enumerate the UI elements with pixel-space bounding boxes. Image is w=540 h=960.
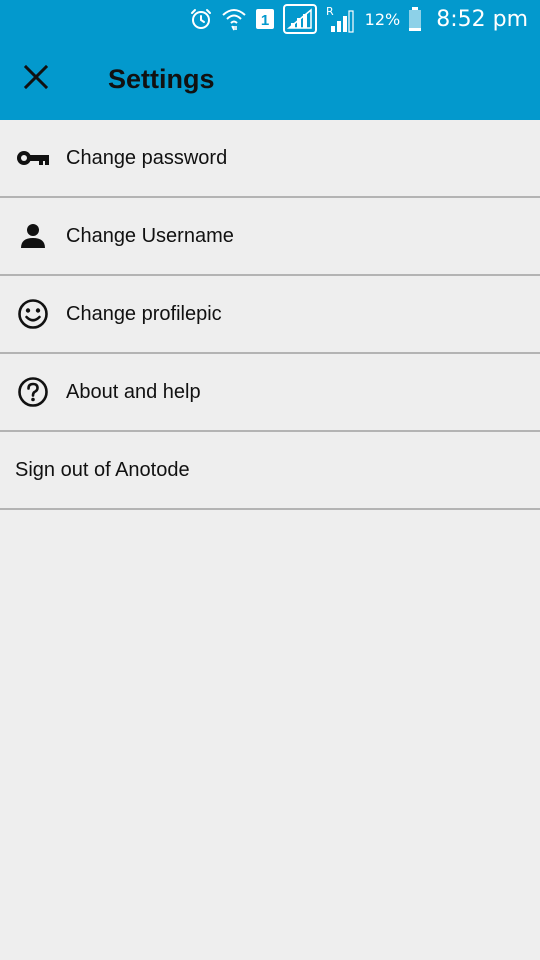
status-bar: 1 R 12% 8:52 pm: [0, 0, 540, 38]
status-icons: 1 R 12% 8:52 pm: [189, 0, 528, 38]
signal-icon: [282, 4, 317, 34]
sim-slot-number: 1: [260, 12, 268, 29]
app-bar: Settings: [0, 38, 540, 120]
menu-item-change-profilepic[interactable]: Change profilepic: [0, 276, 540, 354]
menu-item-label: About and help: [66, 380, 201, 403]
page-title: Settings: [108, 64, 215, 94]
key-icon: [15, 140, 51, 176]
battery-icon: [408, 6, 422, 32]
menu-item-about-help[interactable]: About and help: [0, 354, 540, 432]
wifi-icon: [221, 6, 247, 32]
person-icon: [15, 218, 51, 254]
menu-item-change-password[interactable]: Change password: [0, 120, 540, 198]
settings-menu: Change password Change Username Change p…: [0, 120, 540, 510]
alarm-icon: [189, 7, 213, 31]
menu-item-label: Change Username: [66, 224, 234, 247]
roaming-indicator: R: [326, 5, 334, 18]
help-circle-icon: [15, 374, 51, 410]
clock: 8:52 pm: [436, 6, 528, 32]
battery-percent: 12%: [364, 9, 401, 29]
sim-icon: 1: [255, 7, 275, 31]
close-button[interactable]: [14, 57, 58, 101]
menu-item-change-username[interactable]: Change Username: [0, 198, 540, 276]
menu-item-label: Change profilepic: [66, 302, 222, 325]
close-icon: [23, 64, 49, 95]
smiley-icon: [15, 296, 51, 332]
menu-item-label: Change password: [66, 146, 228, 169]
roaming-signal-icon: R: [325, 4, 355, 34]
menu-item-sign-out[interactable]: Sign out of Anotode: [0, 432, 540, 510]
menu-item-label: Sign out of Anotode: [15, 458, 190, 481]
